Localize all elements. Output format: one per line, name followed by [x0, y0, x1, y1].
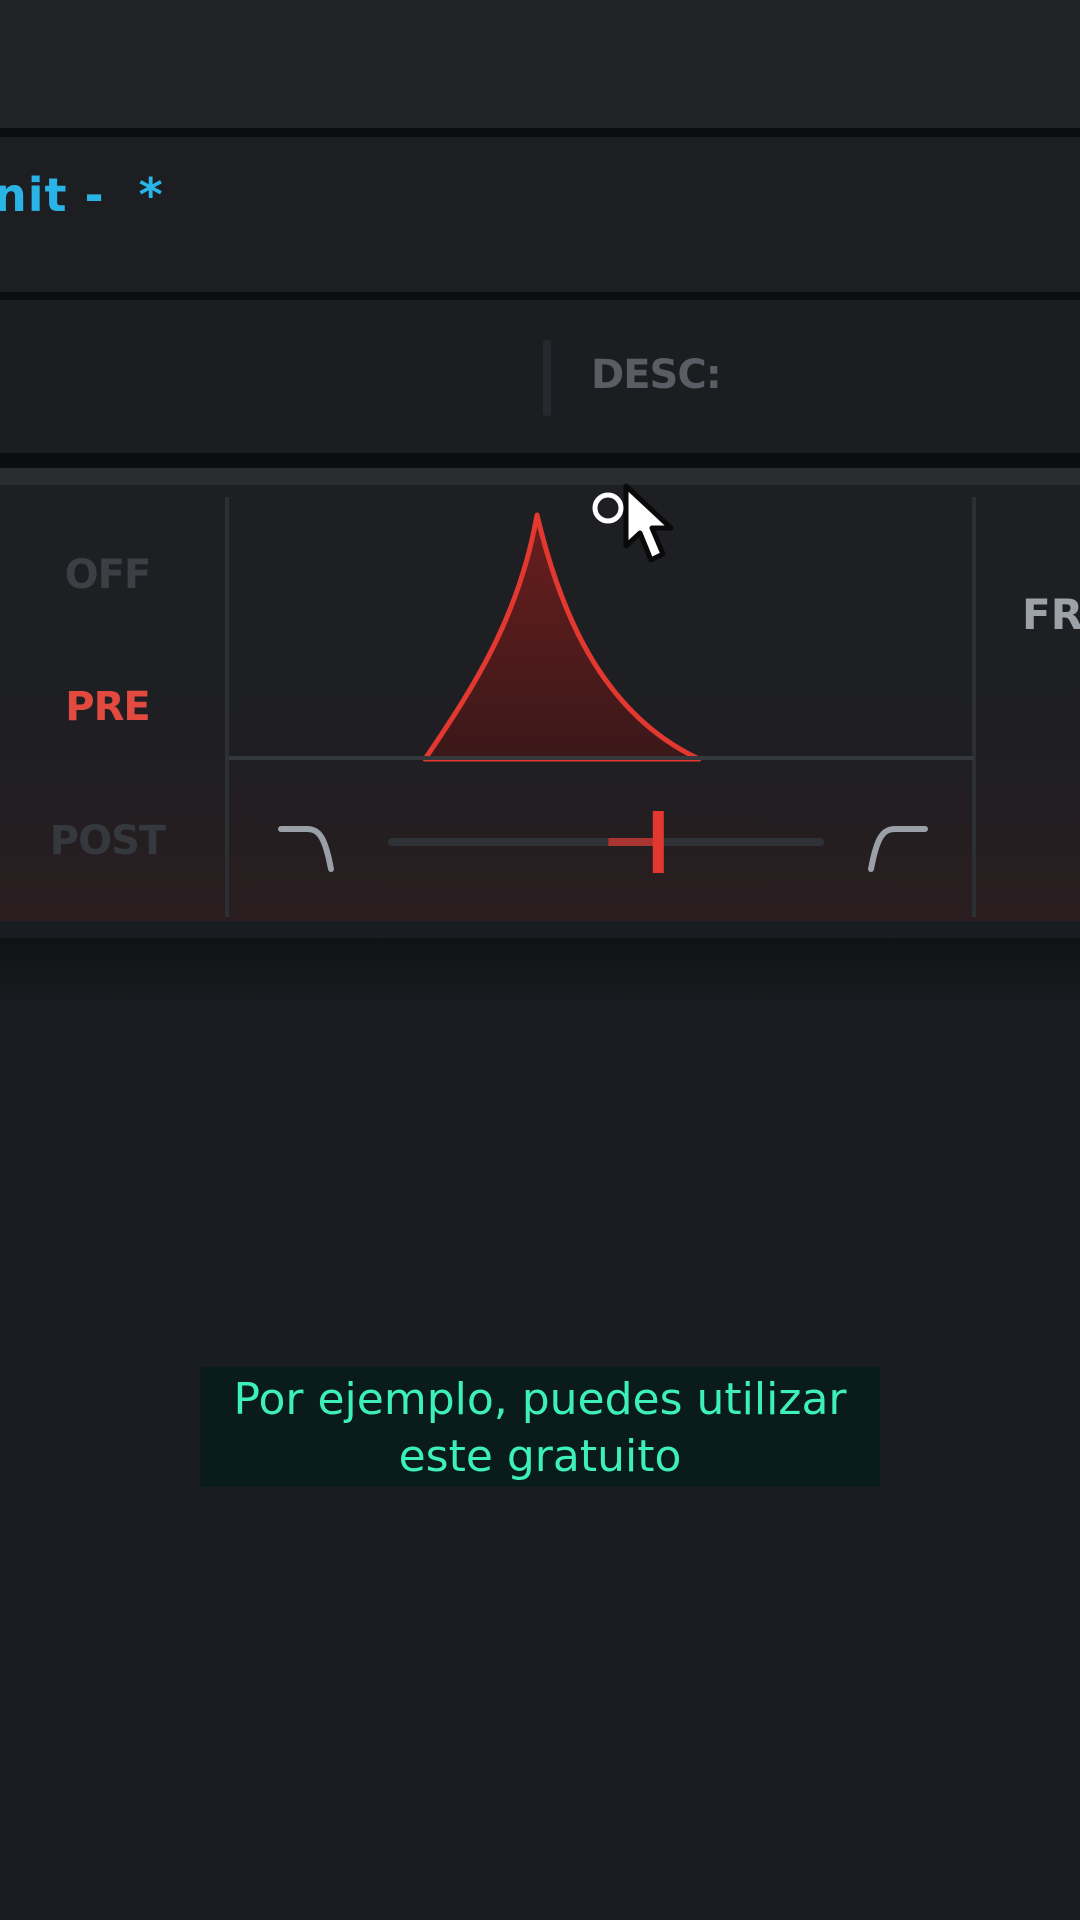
- subtitle-caption: Por ejemplo, puedes utilizar este gratui…: [200, 1367, 880, 1487]
- high-shelf-icon[interactable]: [868, 826, 928, 872]
- preset-name[interactable]: nit - *: [0, 168, 164, 222]
- divider: [0, 292, 1080, 300]
- desc-label: DESC:: [591, 352, 722, 398]
- mode-post-button[interactable]: POST: [20, 818, 195, 864]
- low-shelf-icon[interactable]: [278, 826, 334, 872]
- top-bar: [0, 0, 1080, 128]
- info-divider: [543, 340, 551, 416]
- filter-slider-track[interactable]: [388, 838, 824, 846]
- filter-slider-handle[interactable]: [652, 811, 664, 873]
- mode-pre-button[interactable]: PRE: [20, 684, 195, 730]
- subtitle-line-2: este gratuito: [398, 1431, 682, 1482]
- mouse-cursor-icon: [592, 483, 674, 563]
- module-shadow: [0, 938, 1080, 1008]
- divider: [0, 453, 1080, 468]
- filter-baseline: [229, 756, 974, 760]
- filter-slider-fill: [608, 838, 659, 846]
- freq-label: FR: [1022, 590, 1080, 639]
- cursor-ring: [592, 492, 624, 524]
- mode-off-button[interactable]: OFF: [20, 552, 195, 598]
- subtitle-line-1: Por ejemplo, puedes utilizar: [233, 1374, 847, 1425]
- cursor-arrow: [623, 483, 674, 563]
- info-bar: [0, 300, 1080, 453]
- divider: [0, 128, 1080, 137]
